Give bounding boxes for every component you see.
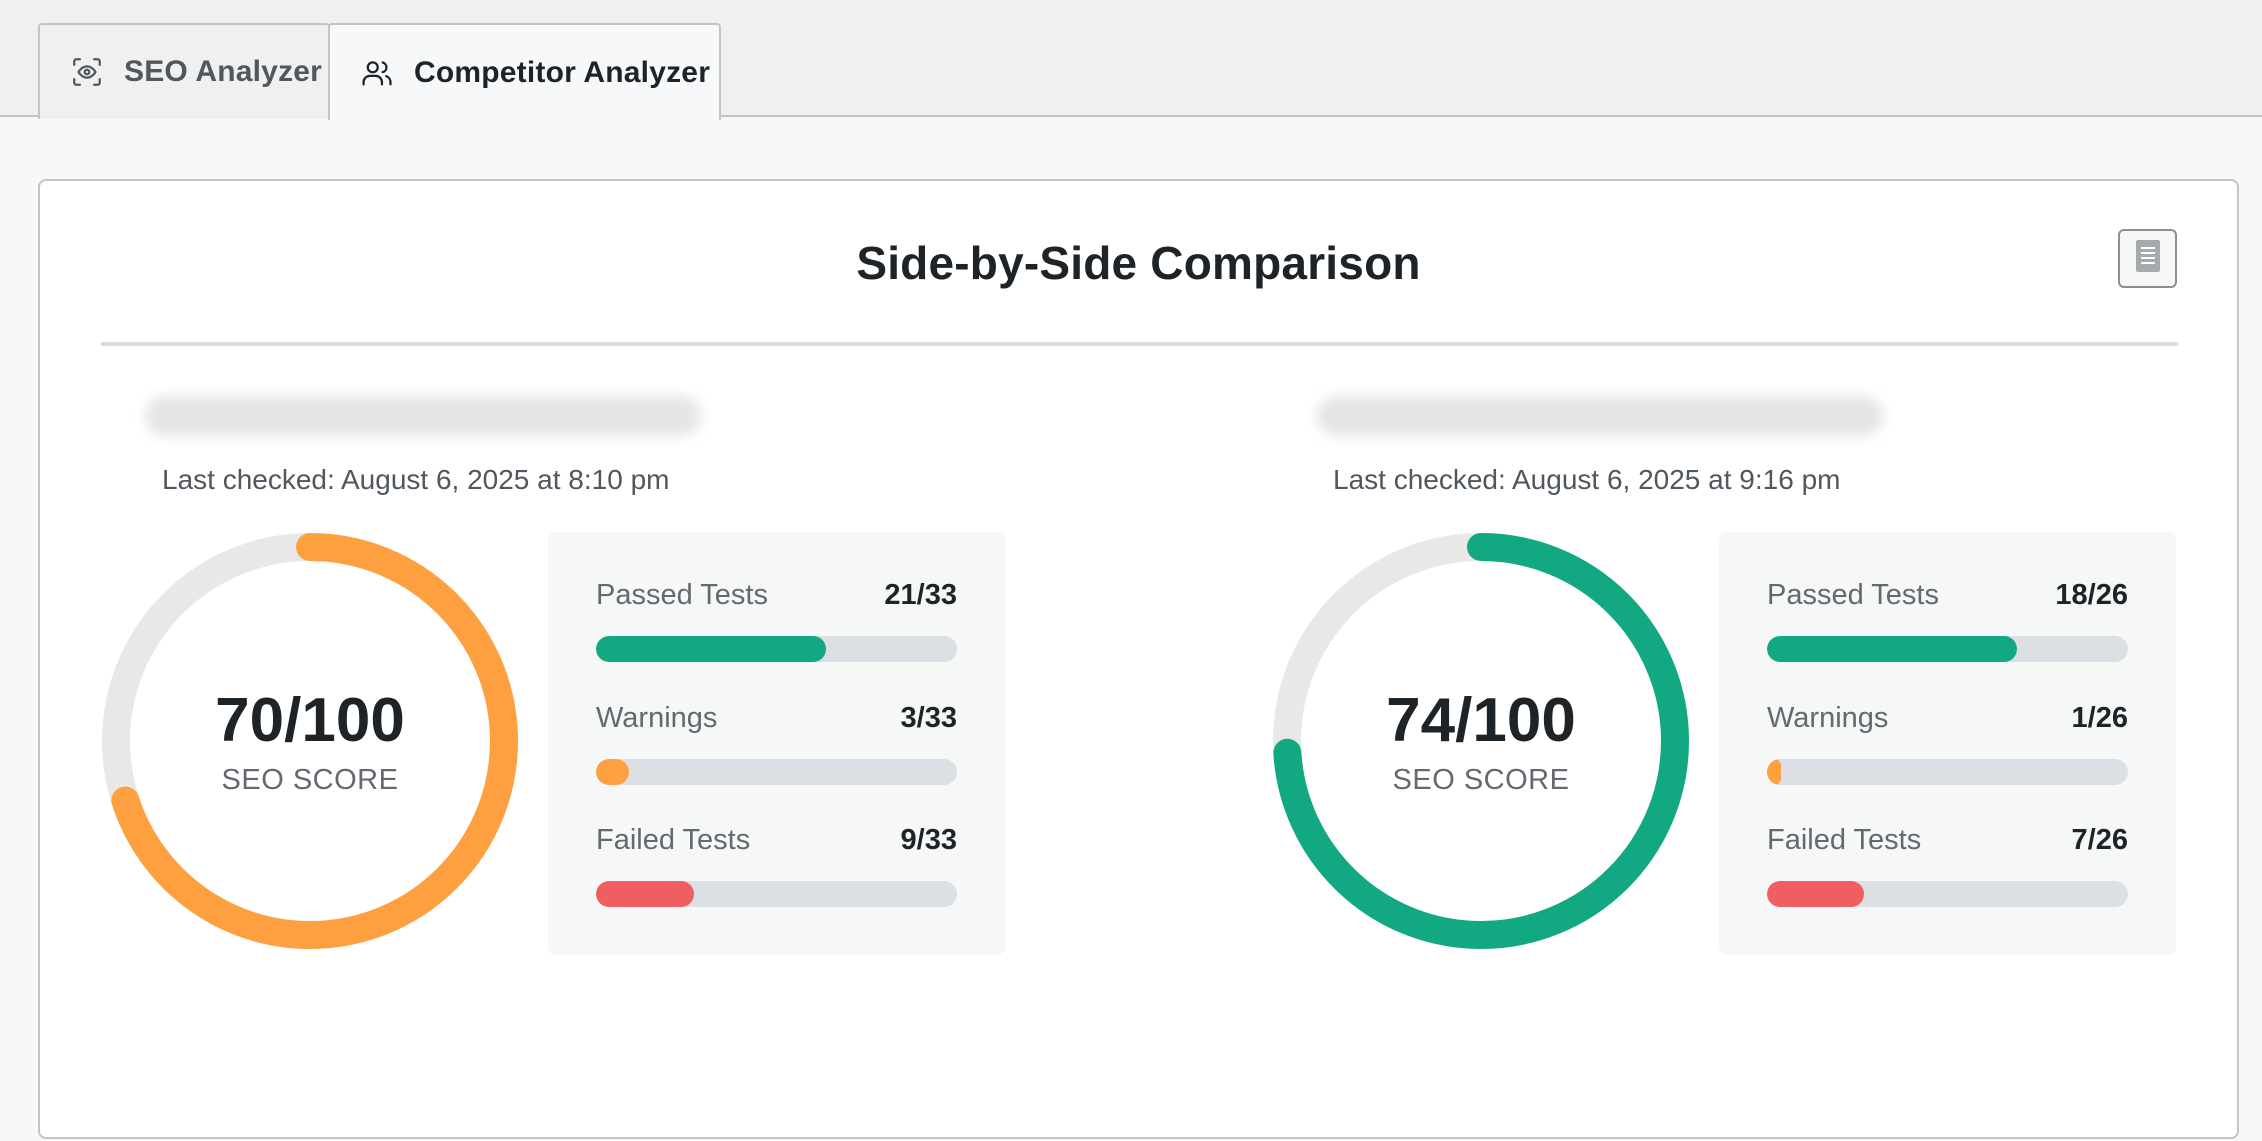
seo-score-value: 70/100 xyxy=(215,685,405,755)
progress-bar-fill xyxy=(1767,636,2017,662)
stat-value: 1/26 xyxy=(2071,702,2128,734)
stat-label: Failed Tests xyxy=(1767,824,1922,856)
seo-score-value: 74/100 xyxy=(1386,685,1576,755)
tab-seo-analyzer[interactable]: SEO Analyzer xyxy=(38,23,330,119)
test-stats-panel: Passed Tests 18/26 Warnings 1/26 Failed … xyxy=(1719,532,2176,955)
progress-bar-fill xyxy=(1767,759,1781,785)
seo-score-gauge: 74/100 SEO SCORE xyxy=(1272,532,1690,950)
stat-passed-tests: Passed Tests 21/33 xyxy=(596,579,957,662)
last-checked-text: Last checked: August 6, 2025 at 9:16 pm xyxy=(1333,464,1841,495)
eye-scan-icon xyxy=(70,55,104,89)
progress-bar-track xyxy=(596,636,957,662)
tab-competitor-analyzer-label: Competitor Analyzer xyxy=(414,55,711,89)
progress-bar-track xyxy=(596,881,957,907)
progress-bar-track xyxy=(596,759,957,785)
users-icon xyxy=(360,56,394,90)
stat-value: 3/33 xyxy=(900,702,957,734)
stat-label: Warnings xyxy=(596,702,718,734)
stat-label: Failed Tests xyxy=(596,824,751,856)
stat-failed-tests: Failed Tests 7/26 xyxy=(1767,824,2128,907)
progress-bar-track xyxy=(1767,636,2128,662)
comparison-card: Side-by-Side Comparison Last checked: Au… xyxy=(38,179,2239,1139)
stat-warnings: Warnings 1/26 xyxy=(1767,702,2128,785)
stat-warnings: Warnings 3/33 xyxy=(596,702,957,785)
progress-bar-fill xyxy=(596,881,695,907)
progress-bar-fill xyxy=(596,759,629,785)
stat-failed-tests: Failed Tests 9/33 xyxy=(596,824,957,907)
stat-label: Warnings xyxy=(1767,702,1889,734)
seo-score-label: SEO SCORE xyxy=(221,763,399,796)
stat-value: 21/33 xyxy=(884,579,957,611)
site-panel-competitor: Last checked: August 6, 2025 at 9:16 pm … xyxy=(1211,181,2211,1141)
stat-value: 9/33 xyxy=(900,824,957,856)
test-stats-panel: Passed Tests 21/33 Warnings 3/33 Failed … xyxy=(548,532,1005,955)
seo-score-label: SEO SCORE xyxy=(1392,763,1570,796)
stat-label: Passed Tests xyxy=(1767,579,1939,611)
progress-bar-fill xyxy=(1767,881,1865,907)
site-url-redacted xyxy=(145,396,701,436)
tab-seo-analyzer-label: SEO Analyzer xyxy=(124,55,323,88)
stat-passed-tests: Passed Tests 18/26 xyxy=(1767,579,2128,662)
last-checked-text: Last checked: August 6, 2025 at 8:10 pm xyxy=(162,464,670,495)
tab-competitor-analyzer[interactable]: Competitor Analyzer xyxy=(328,23,721,120)
stat-label: Passed Tests xyxy=(596,579,768,611)
tab-bar: SEO Analyzer Competitor Analyzer xyxy=(0,0,2262,120)
stat-value: 7/26 xyxy=(2071,824,2128,856)
site-panel-primary: Last checked: August 6, 2025 at 8:10 pm … xyxy=(40,181,1040,1141)
seo-score-gauge: 70/100 SEO SCORE xyxy=(101,532,519,950)
site-url-redacted xyxy=(1317,396,1883,436)
progress-bar-track xyxy=(1767,759,2128,785)
progress-bar-track xyxy=(1767,881,2128,907)
progress-bar-fill xyxy=(596,636,826,662)
stat-value: 18/26 xyxy=(2055,579,2128,611)
